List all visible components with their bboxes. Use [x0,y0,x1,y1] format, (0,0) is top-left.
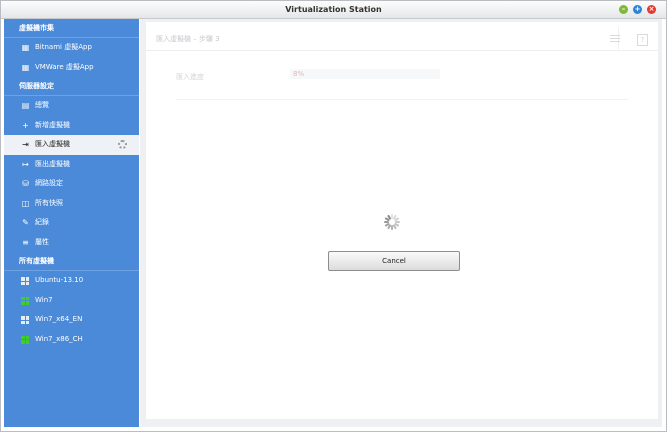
sidebar-item-import-vm[interactable]: ⇥ 匯入虛擬機 [4,135,139,155]
export-icon: ↦ [22,159,29,169]
loading-spinner-icon [384,214,400,230]
network-icon: ⛁ [22,179,29,188]
import-progress-value: 8% [290,69,440,79]
vm-item-ubuntu[interactable]: Ubuntu-13.10 [4,271,139,291]
vm-label: Ubuntu-13.10 [35,276,84,284]
snapshot-icon: ◫ [21,198,30,208]
sidebar-item-label: 屬性 [35,237,49,246]
running-vm-icon [21,335,29,344]
divider [176,99,628,100]
section-all-vms: 所有虛擬機 [4,252,139,271]
vm-label: Win7 [35,295,53,304]
running-vm-icon [21,296,29,305]
import-icon: ⇥ [22,140,29,149]
import-progress-label: 匯入進度 [176,73,204,81]
sidebar-item-logs[interactable]: ✎ 紀錄 [4,213,139,233]
vm-label: Win7_x86_CH [35,334,83,343]
sidebar-item-label: 網路設定 [35,179,63,187]
sidebar-item-label: VMWare 虛擬App [35,62,94,71]
windows-vm-icon [21,277,29,285]
sidebar-item-label: 匯出虛擬機 [35,159,70,168]
cancel-button[interactable]: Cancel [328,251,460,271]
sidebar-item-label: 匯入虛擬機 [35,140,70,148]
sidebar-item-label: Bitnami 虛擬App [35,43,92,51]
section-server-settings: 伺服器設定 [4,77,139,96]
sidebar-item-label: 紀錄 [35,218,49,226]
main-content: 匯入虛擬機 – 步驟 3 ? 匯入進度 8% Cancel [140,19,662,427]
help-icon[interactable]: ? [637,34,648,46]
panel-title: 匯入虛擬機 – 步驟 3 [156,35,220,43]
minimize-button[interactable]: – [619,5,628,14]
sidebar-item-label: 新增虛擬機 [35,120,70,129]
vm-label: Win7_x64_EN [35,315,83,323]
spinner-spoke [391,225,393,230]
section-vm-store: 虛擬機市集 [4,19,139,38]
loading-spinner-icon [118,140,127,149]
sidebar-item-label: 總覽 [35,101,49,109]
sidebar-item-vmware[interactable]: ▦ VMWare 虛擬App [4,58,139,78]
log-icon: ✎ [22,218,29,227]
sidebar-item-create-vm[interactable]: + 新增虛擬機 [4,116,139,136]
app-store-icon: ▦ [21,43,30,52]
sidebar-item-overview[interactable]: ▤ 總覽 [4,96,139,116]
close-icon: × [648,5,655,13]
overview-icon: ▤ [21,101,30,110]
header-divider [146,50,658,51]
sidebar-item-bitnami[interactable]: ▦ Bitnami 虛擬App [4,38,139,58]
vm-item-win7-x64-en[interactable]: Win7_x64_EN [4,310,139,330]
properties-icon: ≡ [22,237,29,247]
sidebar: 虛擬機市集 ▦ Bitnami 虛擬App ▦ VMWare 虛擬App 伺服器… [4,19,139,427]
title-bar: Virtualization Station – + × [1,1,666,19]
close-button[interactable]: × [647,5,656,14]
window-title: Virtualization Station [285,5,382,14]
sidebar-item-export-vm[interactable]: ↦ 匯出虛擬機 [4,155,139,175]
sidebar-item-label: 所有快照 [35,198,63,207]
minimize-icon: – [621,5,626,13]
sidebar-item-snapshots[interactable]: ◫ 所有快照 [4,194,139,214]
app-window: Virtualization Station – + × 虛擬機市集 ▦ Bit… [0,0,667,432]
import-panel: 匯入虛擬機 – 步驟 3 ? 匯入進度 8% Cancel [146,22,658,419]
sidebar-item-network[interactable]: ⛁ 網路設定 [4,174,139,194]
windows-vm-icon [21,316,29,324]
app-store-icon: ▦ [21,62,30,72]
maximize-icon: + [634,5,641,13]
maximize-button[interactable]: + [633,5,642,14]
vm-item-win7[interactable]: Win7 [4,291,139,311]
list-view-icon[interactable] [610,35,620,42]
plus-icon: + [22,120,29,130]
sidebar-item-properties[interactable]: ≡ 屬性 [4,233,139,253]
vm-item-win7-x86-ch[interactable]: Win7_x86_CH [4,330,139,350]
